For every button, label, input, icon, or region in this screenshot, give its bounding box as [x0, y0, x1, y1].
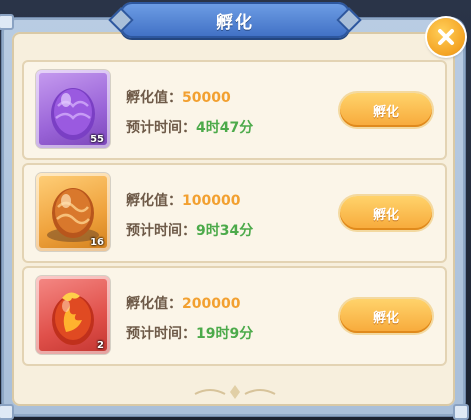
hatch-value-label: 孵化值： — [126, 296, 182, 312]
estimated-time-value: 19时9分 — [196, 326, 254, 342]
game-screen: 孵化 55 孵化值：50000 预计时间：4时47分 孵化 16 孵化值：100… — [0, 0, 471, 420]
hatch-value-line: 孵化值：50000 — [126, 87, 231, 107]
frame-corner-ornament — [0, 404, 14, 420]
estimated-time-label: 预计时间： — [126, 326, 196, 342]
hatch-value: 200000 — [182, 296, 241, 312]
egg-count: 2 — [97, 340, 104, 351]
frame-corner-ornament — [0, 14, 14, 30]
estimated-time-value: 9时34分 — [196, 223, 254, 239]
hatch-value: 100000 — [182, 193, 241, 209]
egg-slot[interactable]: 16 — [36, 173, 110, 251]
egg-row: 2 孵化值：200000 预计时间：19时9分 孵化 — [22, 266, 447, 366]
egg-count: 55 — [90, 134, 104, 145]
hatch-value: 50000 — [182, 90, 231, 106]
close-icon — [438, 29, 454, 45]
hatch-value-line: 孵化值：200000 — [126, 293, 240, 313]
estimated-time-label: 预计时间： — [126, 120, 196, 136]
estimated-time-value: 4时47分 — [196, 120, 254, 136]
egg-row: 16 孵化值：100000 预计时间：9时34分 孵化 — [22, 163, 447, 263]
frame-corner-ornament — [453, 404, 469, 420]
estimated-time-line: 预计时间：19时9分 — [126, 323, 253, 343]
estimated-time-line: 预计时间：9时34分 — [126, 220, 253, 240]
hatch-button[interactable]: 孵化 — [340, 93, 432, 127]
hatch-value-label: 孵化值： — [126, 193, 182, 209]
egg-slot[interactable]: 2 — [36, 276, 110, 354]
dialog-title-banner: 孵化 — [120, 2, 350, 38]
close-button[interactable] — [427, 18, 465, 56]
hatch-value-line: 孵化值：100000 — [126, 190, 240, 210]
egg-slot[interactable]: 55 — [36, 70, 110, 148]
dialog-title: 孵化 — [216, 12, 254, 33]
egg-row: 55 孵化值：50000 预计时间：4时47分 孵化 — [22, 60, 447, 160]
estimated-time-line: 预计时间：4时47分 — [126, 117, 253, 137]
hatch-button[interactable]: 孵化 — [340, 196, 432, 230]
hatch-value-label: 孵化值： — [126, 90, 182, 106]
estimated-time-label: 预计时间： — [126, 223, 196, 239]
egg-count: 16 — [90, 237, 104, 248]
hatch-button[interactable]: 孵化 — [340, 299, 432, 333]
bottom-ornament-icon — [194, 385, 276, 399]
